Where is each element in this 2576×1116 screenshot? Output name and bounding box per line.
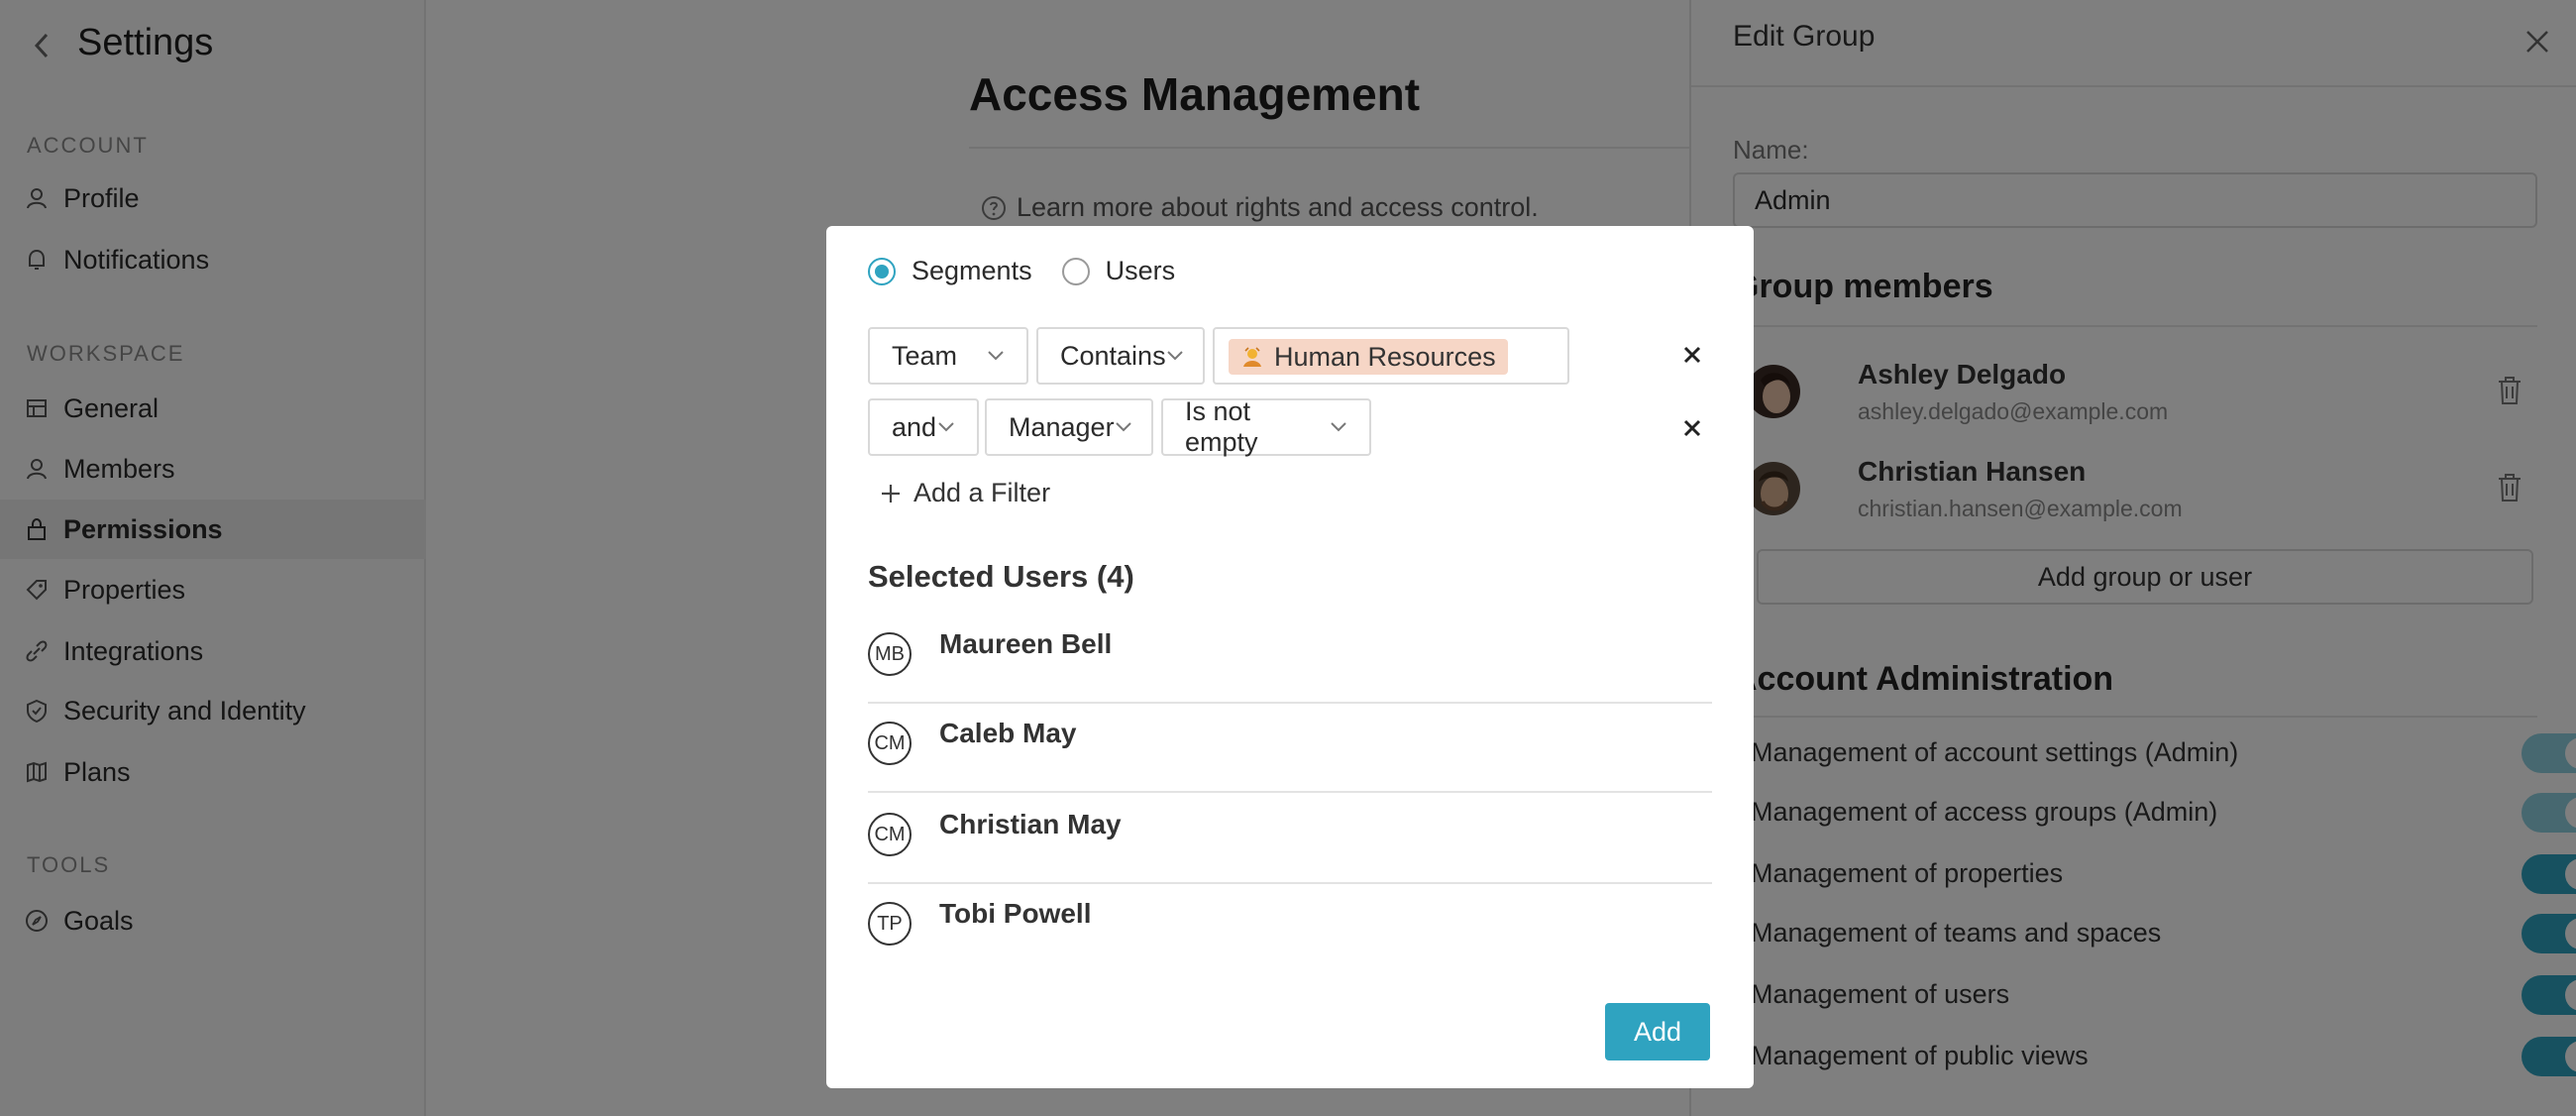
filter-operator-select[interactable]: Is not empty: [1161, 396, 1371, 457]
team-emoji-icon: [1240, 345, 1264, 369]
add-filter-button[interactable]: Add a Filter: [880, 478, 1050, 508]
selection-mode-radio-group: Segments Users: [868, 256, 1205, 286]
chip-label: Human Resources: [1274, 341, 1496, 372]
radio-circle: [868, 257, 896, 285]
select-value: Manager: [1009, 411, 1115, 442]
chevron-down-icon: [1115, 421, 1132, 433]
close-icon: [1683, 419, 1701, 437]
divider: [868, 791, 1712, 793]
select-value: Team: [892, 340, 958, 371]
filter-value-input[interactable]: Human Resources: [1213, 327, 1569, 385]
filter-conjunction-select[interactable]: and: [868, 398, 979, 456]
filter-field-select[interactable]: Manager: [985, 398, 1153, 456]
chevron-down-icon: [1166, 350, 1184, 362]
list-item: MB Maureen Bell: [868, 614, 1712, 704]
plus-icon: [880, 483, 902, 504]
list-item: TP Tobi Powell: [868, 884, 1712, 973]
filter-operator-select[interactable]: Contains: [1036, 327, 1205, 385]
user-name: Tobi Powell: [939, 898, 1092, 929]
radio-circle: [1061, 257, 1090, 285]
user-name: Maureen Bell: [939, 628, 1113, 659]
add-members-modal: Segments Users Team Contains Human Resou…: [826, 226, 1754, 1088]
user-name: Christian May: [939, 809, 1122, 839]
select-value: Contains: [1060, 340, 1166, 371]
close-icon: [1683, 346, 1701, 364]
select-value: and: [892, 411, 937, 442]
filter-field-select[interactable]: Team: [868, 327, 1028, 385]
radio-segments[interactable]: Segments: [868, 256, 1032, 286]
list-item: CM Christian May: [868, 795, 1712, 884]
radio-label: Users: [1105, 256, 1176, 285]
radio-users[interactable]: Users: [1061, 256, 1176, 286]
user-initials-avatar: MB: [868, 632, 912, 676]
team-chip[interactable]: Human Resources: [1229, 339, 1508, 375]
radio-label: Segments: [912, 256, 1032, 285]
remove-filter-button[interactable]: [1674, 410, 1710, 446]
select-value: Is not empty: [1185, 396, 1258, 457]
user-initials-avatar: CM: [868, 722, 912, 765]
add-filter-label: Add a Filter: [913, 478, 1051, 507]
user-initials-avatar: TP: [868, 902, 912, 946]
chevron-down-icon: [937, 421, 955, 433]
remove-filter-button[interactable]: [1674, 337, 1710, 373]
chevron-down-icon: [1330, 421, 1347, 433]
selected-users-title: Selected Users (4): [868, 559, 1134, 594]
user-name: Caleb May: [939, 718, 1077, 748]
user-initials-avatar: CM: [868, 813, 912, 856]
add-button[interactable]: Add: [1605, 1003, 1710, 1060]
chevron-down-icon: [987, 350, 1005, 362]
list-item: CM Caleb May: [868, 704, 1712, 793]
